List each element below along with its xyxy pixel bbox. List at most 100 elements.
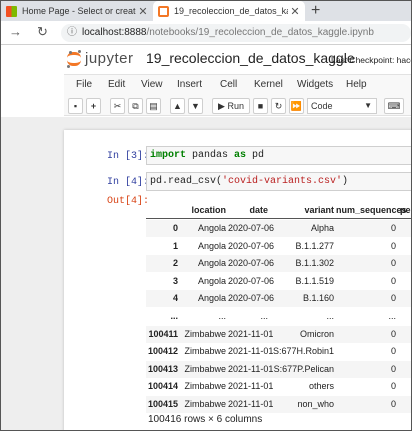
move-up-icon[interactable]: ▲ [170,98,185,114]
run-label: Run [227,101,244,111]
menu-view[interactable]: View [141,79,163,90]
row-index: 100411 [148,328,178,339]
table-cell: ... [326,311,334,321]
stop-icon[interactable]: ■ [253,98,268,114]
input-prompt: In [4]: [107,177,150,188]
table-cell: 2021-11-01 [228,399,274,409]
table-cell: 2020-07-06 [228,240,275,251]
dataframe-table: location date variant num_sequences pe 0… [146,201,411,413]
table-header: location date variant num_sequences pe [146,201,411,219]
table-cell: Angola [197,258,226,269]
code-text: pd [246,150,265,161]
table-cell: others [308,381,334,392]
table-cell: Omicron [299,328,334,339]
table-cell: Alpha [310,223,334,233]
forward-icon[interactable]: → [9,24,22,39]
reload-icon[interactable]: ↻ [37,24,48,40]
menu-cell[interactable]: Cell [220,79,237,90]
tab-home-page[interactable]: Home Page - Select or create a n ✕ [1,1,153,21]
table-cell: Zimbabwe [184,346,226,357]
save-icon[interactable]: ▪ [68,98,83,114]
paste-icon[interactable]: ▤ [146,98,161,114]
table-row: 100413 Zimbabwe 2021-11-01 S:677P.Pelican 0 [146,360,411,378]
jupyter-header: jupyter 19_recoleccion_de_datos_kaggle L… [1,45,412,72]
table-cell: 2021-11-01 [228,363,274,374]
notebook-name[interactable]: 19_recoleccion_de_datos_kaggle [146,50,355,66]
column-header: location [191,205,226,215]
tab-strip: Home Page - Select or create a n ✕ 19_re… [1,1,411,21]
row-index: 2 [172,258,178,269]
cut-icon[interactable]: ✂ [110,98,125,114]
table-cell: Zimbabwe [184,328,226,339]
url-host: localhost:8888 [82,27,147,38]
run-button[interactable]: ▶ Run [212,98,250,114]
add-cell-icon[interactable]: + [86,98,101,114]
row-index: 100413 [147,363,178,374]
row-index: 4 [172,293,178,304]
jupyter-icon [158,5,169,17]
table-cell: 2021-11-01 [228,346,274,357]
table-row: 0 Angola 2020-07-06 Alpha 0 [146,220,411,237]
table-cell: 0 [390,293,396,304]
dataframe-shape: 100416 rows × 6 columns [148,414,263,425]
table-cell: B.1.1.519 [295,275,334,286]
table-cell: ... [218,311,226,321]
keyboard-icon[interactable]: ⌨ [384,98,404,114]
fast-forward-icon[interactable]: ⏩ [289,98,304,114]
table-cell: 2020-07-06 [228,275,275,286]
code-text: pd.read_csv( [150,176,223,187]
copy-icon[interactable]: ⧉ [128,98,143,114]
column-header: variant [304,205,334,215]
chevron-down-icon: ▼ [364,101,372,110]
table-cell: 0 [390,328,396,339]
menu-file[interactable]: File [76,79,92,90]
table-cell: 0 [390,363,396,374]
code-cell-input[interactable]: import pandas as pd [146,146,411,165]
menu-kernel[interactable]: Kernel [254,79,283,90]
new-tab-button[interactable]: + [311,1,320,21]
brand-name[interactable]: jupyter [85,50,134,67]
close-icon[interactable]: ✕ [288,5,302,18]
cell-type-select[interactable]: Code ▼ [307,98,377,114]
table-cell: S:677H.Robin1 [272,346,334,357]
table-cell: Angola [197,293,226,304]
menu-help[interactable]: Help [346,79,367,90]
move-down-icon[interactable]: ▼ [188,98,203,114]
table-cell: 0 [390,258,396,269]
checkpoint-status: Last Checkpoint: hace [331,55,412,65]
table-cell: Angola [197,275,226,286]
table-cell: B.1.1.277 [295,240,334,251]
table-cell: 0 [390,240,396,251]
table-row: 3 Angola 2020-07-06 B.1.1.519 0 [146,273,411,290]
table-cell: 0 [390,346,396,357]
table-cell: 0 [390,381,396,392]
table-cell: Zimbabwe [184,399,226,409]
table-cell: S:677P.Pelican [273,363,334,374]
column-header: pe [400,205,411,215]
url-input[interactable]: ⓘ localhost:8888/notebooks/19_recoleccion… [61,24,411,42]
column-header: num_sequences [336,205,407,215]
row-index: 100412 [147,346,178,357]
close-icon[interactable]: ✕ [136,5,150,18]
browser-window: Home Page - Select or create a n ✕ 19_re… [0,0,412,431]
table-row: 1 Angola 2020-07-06 B.1.1.277 0 [146,238,411,255]
menu-edit[interactable]: Edit [108,79,125,90]
restart-icon[interactable]: ↻ [271,98,286,114]
table-cell: Zimbabwe [184,381,226,392]
table-cell: B.1.1.302 [295,258,334,269]
jupyter-logo-icon[interactable] [66,50,82,68]
info-icon[interactable]: ⓘ [67,27,77,38]
tab-notebook[interactable]: 19_recoleccion_de_datos_kaggle ✕ [153,1,305,21]
table-cell: non_who [297,399,334,409]
table-row: 100414 Zimbabwe 2021-11-01 others 0 [146,378,411,395]
table-cell: 2020-07-06 [228,293,275,304]
table-row: 4 Angola 2020-07-06 B.1.160 0 [146,290,411,308]
tab-title: 19_recoleccion_de_datos_kaggle [174,6,288,16]
table-cell: 2020-07-06 [228,223,275,233]
code-cell-input[interactable]: pd.read_csv('covid-variants.csv') [146,172,411,191]
row-index: 0 [172,223,178,233]
menu-widgets[interactable]: Widgets [297,79,333,90]
menu-insert[interactable]: Insert [177,79,202,90]
column-header: date [249,205,268,215]
table-cell: 2020-07-06 [228,258,275,269]
